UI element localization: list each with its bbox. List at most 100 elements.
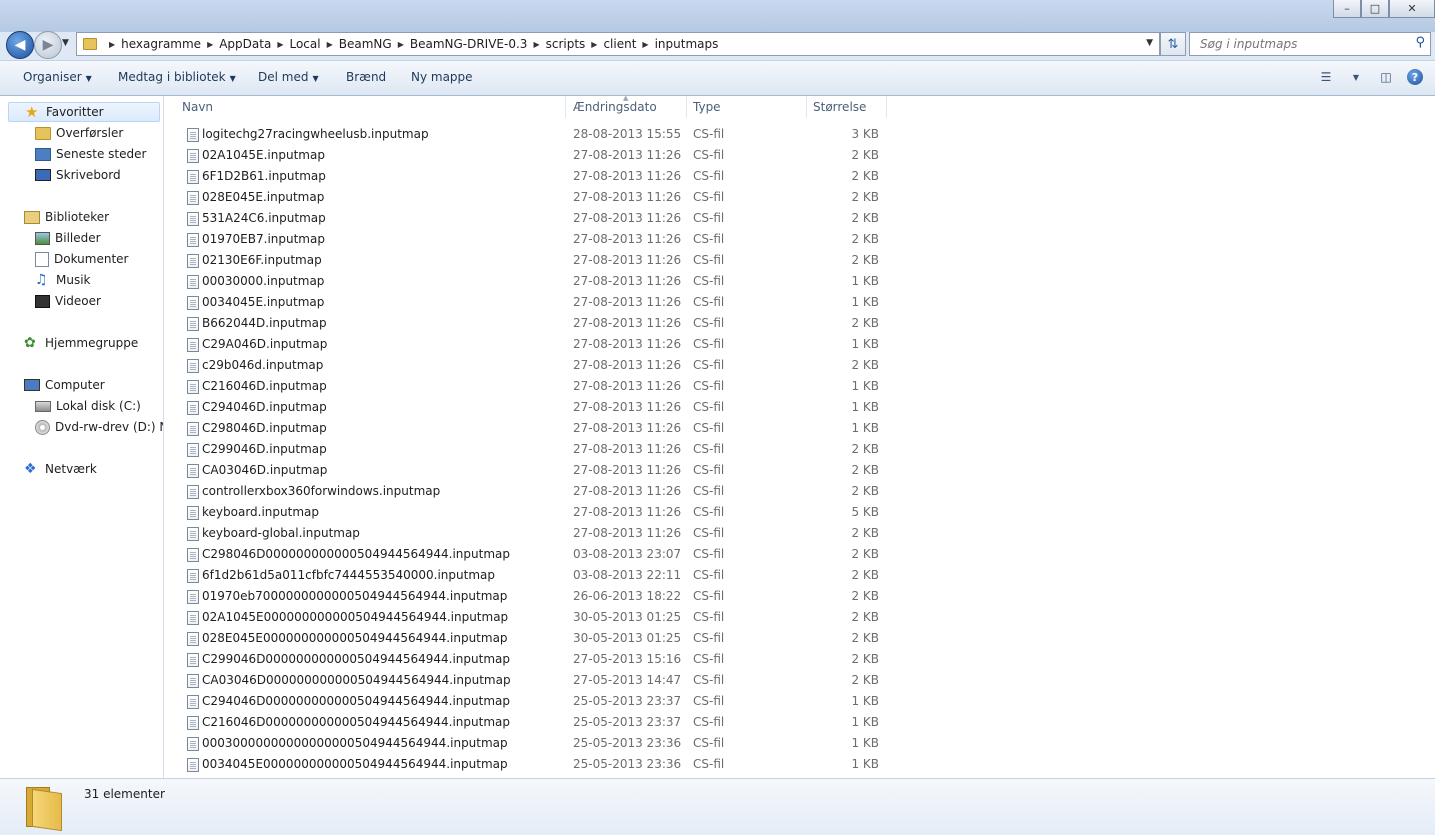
breadcrumb-separator[interactable]: ▶ [277, 40, 283, 49]
table-row[interactable]: 6f1d2b61d5a011cfbfc7444553540000.inputma… [182, 565, 922, 586]
sidebar-item-homegroup[interactable]: ✿ Hjemmegruppe [24, 333, 138, 353]
table-row[interactable]: 01970EB7.inputmap 27-08-2013 11:26 CS-fil 2… [182, 229, 922, 250]
breadcrumb-separator[interactable]: ▶ [642, 40, 648, 49]
breadcrumb-scripts[interactable]: scripts [546, 37, 586, 51]
table-row[interactable]: C294046D000000000000504944564944.inputma… [182, 691, 922, 712]
sidebar-item-desktop[interactable]: Skrivebord [35, 165, 121, 185]
column-header-size[interactable]: Størrelse [813, 96, 866, 118]
breadcrumb-separator[interactable]: ▶ [591, 40, 597, 49]
breadcrumb-separator[interactable]: ▶ [207, 40, 213, 49]
forward-button[interactable]: ▶ [34, 31, 62, 59]
column-header-type[interactable]: Type [693, 96, 721, 118]
minimize-button[interactable]: – [1333, 0, 1361, 18]
table-row[interactable]: 00030000000000000000504944564944.inputma… [182, 733, 922, 754]
file-date: 30-05-2013 01:25 [573, 631, 682, 645]
close-icon: ✕ [1407, 2, 1417, 15]
recent-pages-dropdown[interactable]: ▼ [62, 38, 69, 48]
file-type: CS-fil [693, 274, 725, 288]
sidebar-item-computer[interactable]: Computer [24, 375, 105, 395]
address-history-dropdown[interactable]: ▼ [1146, 38, 1153, 48]
preview-pane-button[interactable]: ◫ [1377, 68, 1395, 86]
file-type: CS-fil [693, 253, 725, 267]
table-row[interactable]: CA03046D000000000000504944564944.inputma… [182, 670, 922, 691]
table-row[interactable]: keyboard-global.inputmap 27-08-2013 11:26… [182, 523, 922, 544]
breadcrumb-separator[interactable]: ▶ [398, 40, 404, 49]
table-row[interactable]: 01970eb7000000000000504944564944.inputma… [182, 586, 922, 607]
table-row[interactable]: C299046D000000000000504944564944.inputma… [182, 649, 922, 670]
column-divider[interactable] [565, 96, 566, 118]
close-button[interactable]: ✕ [1389, 0, 1435, 18]
help-button[interactable]: ? [1407, 69, 1423, 85]
table-row[interactable]: 00030000.inputmap 27-08-2013 11:26 CS-fil 1… [182, 271, 922, 292]
table-row[interactable]: C216046D.inputmap 27-08-2013 11:26 CS-fil 1… [182, 376, 922, 397]
breadcrumb-separator[interactable]: ▶ [533, 40, 539, 49]
file-icon [187, 506, 199, 520]
burn-button[interactable]: Brænd [346, 70, 386, 84]
sidebar-item-pictures[interactable]: Billeder [35, 228, 101, 248]
column-header-date[interactable]: Ændringsdato [573, 96, 657, 118]
table-row[interactable]: C216046D000000000000504944564944.inputma… [182, 712, 922, 733]
column-divider[interactable] [686, 96, 687, 118]
organize-button[interactable]: Organiser ▼ [23, 70, 92, 84]
search-input[interactable] [1198, 36, 1412, 52]
table-row[interactable]: 028E045E000000000000504944564944.inputma… [182, 628, 922, 649]
breadcrumb-local[interactable]: Local [289, 37, 320, 51]
change-view-button[interactable]: ☰ [1317, 68, 1335, 86]
table-row[interactable]: C29A046D.inputmap 27-08-2013 11:26 CS-fil 1… [182, 334, 922, 355]
table-row[interactable]: CA03046D.inputmap 27-08-2013 11:26 CS-fil 2… [182, 460, 922, 481]
search-box[interactable]: ⚲ [1189, 32, 1431, 56]
column-header-name[interactable]: Navn [182, 96, 213, 118]
view-options-dropdown[interactable]: ▼ [1347, 68, 1365, 86]
table-row[interactable]: B662044D.inputmap 27-08-2013 11:26 CS-fil 2… [182, 313, 922, 334]
maximize-button[interactable]: □ [1361, 0, 1389, 18]
sidebar-item-downloads[interactable]: Overførsler [35, 123, 123, 143]
sidebar-item-music[interactable]: ♫ Musik [35, 270, 91, 290]
search-icon[interactable]: ⚲ [1415, 35, 1425, 50]
file-name: 6F1D2B61.inputmap [202, 169, 326, 183]
column-divider[interactable] [806, 96, 807, 118]
column-divider[interactable] [886, 96, 887, 118]
sidebar-item-network[interactable]: ❖ Netværk [24, 459, 97, 479]
table-row[interactable]: 028E045E.inputmap 27-08-2013 11:26 CS-fil 2… [182, 187, 922, 208]
refresh-button[interactable]: ⇅ [1160, 32, 1186, 56]
sidebar-item-local-disk[interactable]: Lokal disk (C:) [35, 396, 141, 416]
table-row[interactable]: c29b046d.inputmap 27-08-2013 11:26 CS-fil 2… [182, 355, 922, 376]
sidebar-item-videos[interactable]: Videoer [35, 291, 101, 311]
new-folder-button[interactable]: Ny mappe [411, 70, 473, 84]
file-type: CS-fil [693, 673, 725, 687]
sidebar-item-favorites[interactable]: ★ Favoritter [8, 102, 160, 122]
table-row[interactable]: C294046D.inputmap 27-08-2013 11:26 CS-fil 1… [182, 397, 922, 418]
breadcrumb-client[interactable]: client [603, 37, 636, 51]
breadcrumb-appdata[interactable]: AppData [219, 37, 271, 51]
include-in-library-button[interactable]: Medtag i bibliotek ▼ [118, 70, 236, 84]
file-icon [187, 401, 199, 415]
breadcrumb-separator[interactable]: ▶ [109, 40, 115, 49]
table-row[interactable]: 6F1D2B61.inputmap 27-08-2013 11:26 CS-fil 2… [182, 166, 922, 187]
table-row[interactable]: C299046D.inputmap 27-08-2013 11:26 CS-fil 2… [182, 439, 922, 460]
table-row[interactable]: 02A1045E000000000000504944564944.inputma… [182, 607, 922, 628]
hard-drive-icon [35, 400, 51, 412]
table-row[interactable]: keyboard.inputmap 27-08-2013 11:26 CS-fil 5… [182, 502, 922, 523]
table-row[interactable]: controllerxbox360forwindows.inputmap 27-0… [182, 481, 922, 502]
table-row[interactable]: 0034045E.inputmap 27-08-2013 11:26 CS-fil 1… [182, 292, 922, 313]
table-row[interactable]: 531A24C6.inputmap 27-08-2013 11:26 CS-fil 2… [182, 208, 922, 229]
breadcrumb-hexagramme[interactable]: hexagramme [121, 37, 201, 51]
share-with-button[interactable]: Del med ▼ [258, 70, 319, 84]
details-view-icon: ☰ [1320, 70, 1332, 84]
breadcrumb-separator[interactable]: ▶ [327, 40, 333, 49]
breadcrumb-inputmaps[interactable]: inputmaps [655, 37, 719, 51]
back-button[interactable]: ◀ [6, 31, 34, 59]
sidebar-item-libraries[interactable]: Biblioteker [24, 207, 109, 227]
table-row[interactable]: logitechg27racingwheelusb.inputmap 28-08-… [182, 124, 922, 145]
table-row[interactable]: C298046D.inputmap 27-08-2013 11:26 CS-fil 1… [182, 418, 922, 439]
sidebar-item-documents[interactable]: Dokumenter [35, 249, 128, 269]
table-row[interactable]: 02130E6F.inputmap 27-08-2013 11:26 CS-fil 2… [182, 250, 922, 271]
address-bar[interactable]: ▶ hexagramme ▶ AppData ▶ Local ▶ BeamNG … [76, 32, 1160, 56]
sidebar-item-recent-places[interactable]: Seneste steder [35, 144, 146, 164]
table-row[interactable]: C298046D000000000000504944564944.inputma… [182, 544, 922, 565]
breadcrumb-beamng[interactable]: BeamNG [339, 37, 392, 51]
table-row[interactable]: 02A1045E.inputmap 27-08-2013 11:26 CS-fil 2… [182, 145, 922, 166]
table-row[interactable]: 0034045E000000000000504944564944.inputma… [182, 754, 922, 775]
sidebar-item-dvd-drive[interactable]: Dvd-rw-drev (D:) NC [35, 417, 163, 437]
breadcrumb-beamng-drive[interactable]: BeamNG-DRIVE-0.3 [410, 37, 528, 51]
